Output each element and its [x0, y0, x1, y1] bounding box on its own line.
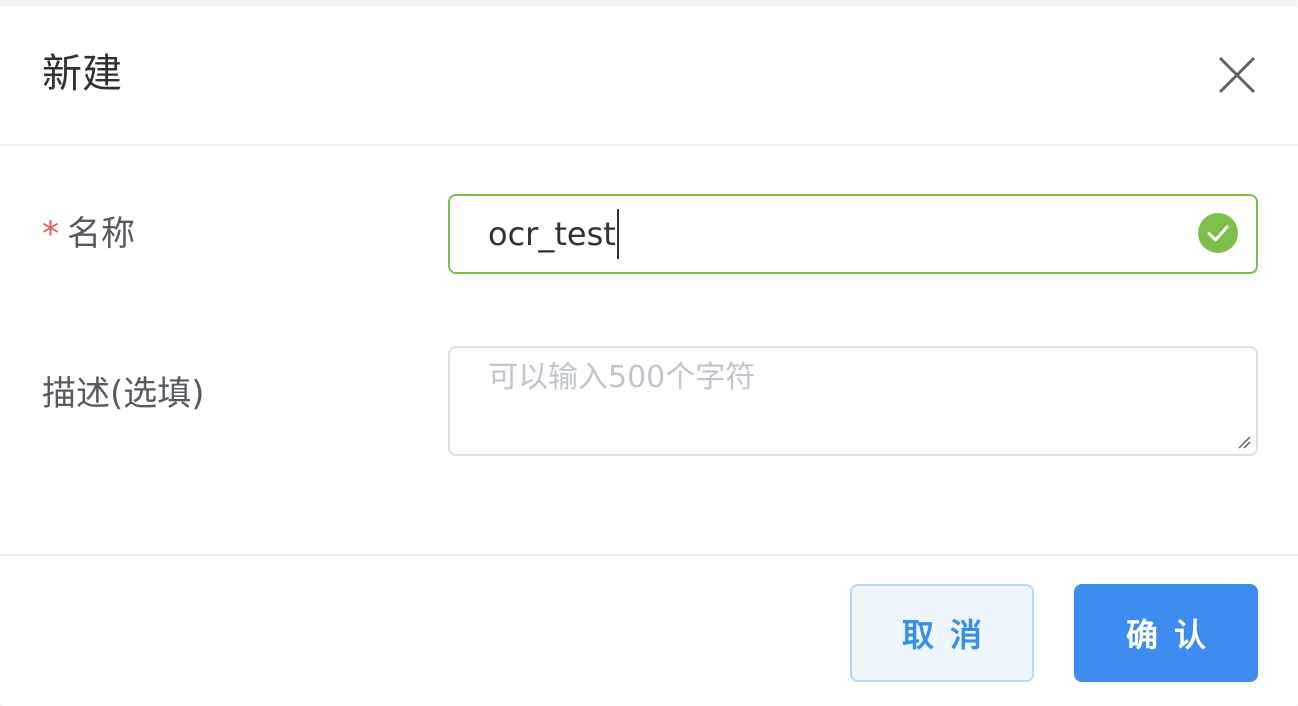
new-dialog: 新建 * 名称 ocr_test 描述(选填) 可以输入500个字符 取消 确认 — [0, 6, 1298, 706]
name-input-value[interactable]: ocr_test — [488, 196, 619, 272]
description-textarea[interactable]: 可以输入500个字符 — [448, 346, 1258, 456]
close-icon — [1218, 56, 1256, 94]
check-circle-icon — [1198, 213, 1238, 253]
dialog-header: 新建 — [0, 6, 1298, 146]
dialog-title: 新建 — [42, 51, 122, 97]
resize-handle-icon[interactable] — [1236, 434, 1252, 450]
close-button[interactable] — [1214, 52, 1260, 98]
confirm-button[interactable]: 确认 — [1074, 584, 1258, 682]
description-label: 描述(选填) — [42, 374, 205, 414]
cancel-button[interactable]: 取消 — [850, 584, 1034, 682]
name-input[interactable]: ocr_test — [448, 194, 1258, 274]
name-label-text: 名称 — [67, 214, 135, 254]
name-label: * 名称 — [42, 214, 135, 254]
text-caret — [616, 209, 619, 259]
name-value-text: ocr_test — [488, 215, 616, 253]
description-placeholder: 可以输入500个字符 — [488, 360, 756, 395]
required-mark: * — [42, 214, 59, 254]
footer-divider — [0, 554, 1298, 556]
